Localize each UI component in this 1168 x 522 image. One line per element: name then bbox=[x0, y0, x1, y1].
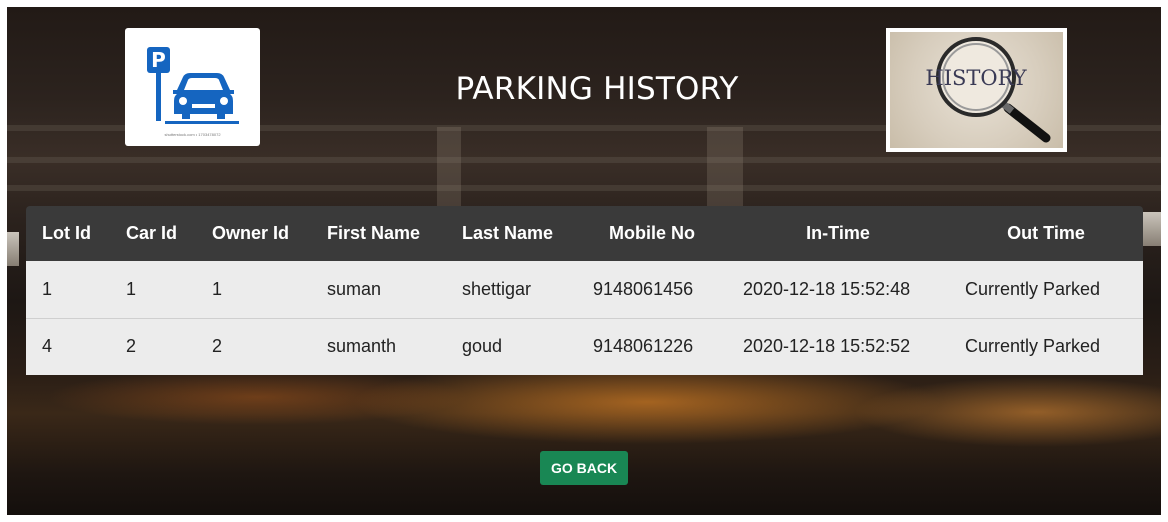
column-header-lot-id: Lot Id bbox=[42, 223, 91, 243]
cell-car-id: 1 bbox=[126, 278, 137, 299]
cell-owner-id: 2 bbox=[196, 317, 311, 375]
parking-garage-background: P shutterstock.com • 1703478072 PARKING … bbox=[7, 7, 1161, 515]
cell-owner-id: 1 bbox=[212, 278, 223, 299]
column-header-owner-id: Owner Id bbox=[212, 223, 290, 243]
table-row: 1 1 1 suman shettigar 9148061456 2020-12… bbox=[26, 261, 1143, 318]
column-header-mobile-no: Mobile No bbox=[609, 223, 695, 243]
go-back-button[interactable]: GO BACK bbox=[540, 451, 628, 485]
cell-car-id: 2 bbox=[110, 317, 196, 375]
column-header-first-name: First Name bbox=[327, 223, 421, 243]
cell-in-time: 2020-12-18 15:52:48 bbox=[743, 278, 911, 299]
column-header-out-time: Out Time bbox=[1007, 223, 1085, 243]
cell-lot-id: 1 bbox=[42, 278, 53, 299]
parking-history-table: Lot Id Car Id Owner Id First Name Last N… bbox=[26, 206, 1143, 375]
garage-light bbox=[1143, 212, 1161, 246]
cell-last-name: shettigar bbox=[462, 278, 532, 299]
cell-in-time: 2020-12-18 15:52:52 bbox=[727, 317, 949, 375]
garage-light bbox=[7, 232, 19, 266]
history-image: HISTORY bbox=[886, 28, 1067, 152]
column-header-last-name: Last Name bbox=[462, 223, 554, 243]
logo-caption: shutterstock.com • 1703478072 bbox=[164, 132, 221, 137]
table-row: 4 2 2 sumanth goud 9148061226 2020-12-18… bbox=[26, 317, 1143, 375]
cell-first-name: suman bbox=[327, 278, 382, 299]
ceiling-beam bbox=[7, 157, 1161, 163]
cell-mobile-no: 9148061226 bbox=[577, 317, 727, 375]
parking-car-icon: P bbox=[147, 47, 239, 124]
magnifier-history-icon: HISTORY bbox=[925, 37, 1051, 143]
parking-logo: P shutterstock.com • 1703478072 bbox=[125, 28, 260, 146]
cell-lot-id: 4 bbox=[26, 317, 110, 375]
page-title: PARKING HISTORY bbox=[455, 71, 739, 107]
cell-last-name: goud bbox=[446, 317, 577, 375]
column-header-car-id: Car Id bbox=[126, 223, 178, 243]
table-header-row: Lot Id Car Id Owner Id First Name Last N… bbox=[26, 206, 1143, 261]
cell-out-time: Currently Parked bbox=[965, 278, 1101, 299]
cell-mobile-no: 9148061456 bbox=[593, 278, 694, 299]
history-image-text: HISTORY bbox=[925, 66, 1027, 90]
column-header-in-time: In-Time bbox=[806, 223, 870, 243]
cell-first-name: sumanth bbox=[311, 317, 446, 375]
svg-text:P: P bbox=[151, 48, 166, 72]
ceiling-beam bbox=[7, 185, 1161, 191]
cell-out-time: Currently Parked bbox=[949, 317, 1143, 375]
